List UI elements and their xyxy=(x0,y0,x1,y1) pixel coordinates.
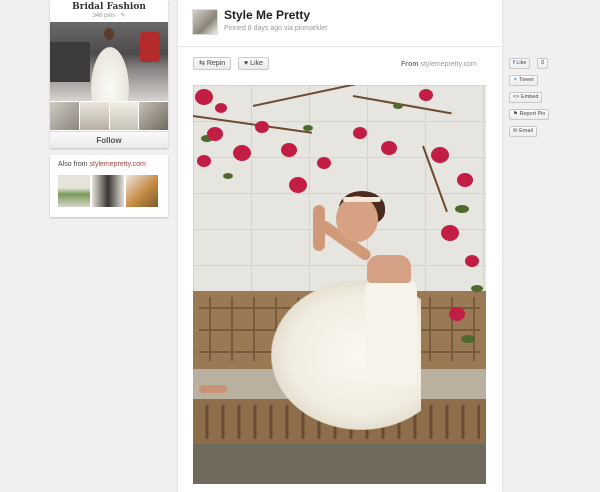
repin-icon: ⇆ xyxy=(199,60,205,67)
repin-button[interactable]: ⇆ Repin xyxy=(193,57,232,70)
bride-face xyxy=(336,196,378,242)
also-thumb[interactable] xyxy=(126,175,158,207)
flower xyxy=(465,255,479,267)
also-from-link[interactable]: stylemepretty.com xyxy=(90,161,146,168)
flower xyxy=(449,307,465,321)
email-button[interactable]: ✉ Email xyxy=(509,126,537,137)
header-divider xyxy=(178,46,502,47)
twitter-icon: ✦ xyxy=(513,77,518,83)
leaf xyxy=(471,285,483,292)
sofa-shape xyxy=(50,42,90,82)
follow-button[interactable]: Follow xyxy=(50,131,168,148)
bride-forearm xyxy=(313,205,325,251)
flower xyxy=(457,173,473,187)
pin-image[interactable] xyxy=(193,85,486,484)
facebook-like-count: 0 xyxy=(537,58,549,69)
leaf xyxy=(303,125,313,131)
leaf xyxy=(461,335,475,343)
leaf xyxy=(455,205,469,213)
bride-foot xyxy=(199,385,227,393)
embed-button[interactable]: <> Embed xyxy=(509,92,543,103)
board-thumb[interactable] xyxy=(139,102,168,130)
headband xyxy=(343,197,381,202)
red-chair-shape xyxy=(140,32,160,62)
head-shape xyxy=(104,28,114,40)
board-pin-count: 346 pins · ✎ xyxy=(92,13,126,19)
flower xyxy=(431,147,449,163)
bride-shoulders xyxy=(367,255,411,283)
board-thumb[interactable] xyxy=(50,102,79,130)
facebook-like-button[interactable]: f Like xyxy=(509,58,531,69)
board-thumbnails xyxy=(50,102,168,130)
also-from-title: Also from stylemepretty.com xyxy=(58,161,146,168)
leaf xyxy=(393,103,403,109)
flower xyxy=(353,127,367,139)
also-thumb[interactable] xyxy=(58,175,90,207)
pin-meta: Pinned 8 days ago via pinmarklet xyxy=(224,25,328,32)
dress-bodice xyxy=(365,275,417,385)
leaf xyxy=(223,173,233,179)
flower xyxy=(207,127,223,141)
board-title[interactable]: Bridal Fashion xyxy=(50,2,168,12)
also-from-thumbnails xyxy=(58,175,158,207)
flower xyxy=(281,143,297,157)
source-link[interactable]: stylemepretty.com xyxy=(420,61,476,68)
flower xyxy=(255,121,269,133)
email-icon: ✉ xyxy=(513,128,518,134)
also-thumb[interactable] xyxy=(92,175,124,207)
tweet-button[interactable]: ✦ Tweet xyxy=(509,75,538,86)
ground xyxy=(193,444,486,484)
pin-icon: ✎ xyxy=(120,13,126,19)
flower xyxy=(381,141,397,155)
board-cover-image[interactable] xyxy=(50,22,168,101)
flower xyxy=(195,89,213,105)
like-button[interactable]: ♥ Like xyxy=(238,57,269,70)
report-pin-button[interactable]: ⚑ Report Pin xyxy=(509,109,550,120)
dress-shape xyxy=(88,40,132,101)
board-thumb[interactable] xyxy=(79,102,109,130)
pin-source: From stylemepretty.com xyxy=(401,61,477,68)
board-thumb[interactable] xyxy=(109,102,139,130)
flower xyxy=(317,157,331,169)
flower xyxy=(215,103,227,113)
pinner-name[interactable]: Style Me Pretty xyxy=(224,8,310,22)
flower xyxy=(419,89,433,101)
flower xyxy=(233,145,251,161)
code-icon: <> xyxy=(513,94,520,100)
flag-icon: ⚑ xyxy=(513,111,518,117)
heart-icon: ♥ xyxy=(244,60,249,67)
flower xyxy=(441,225,459,241)
flower xyxy=(289,177,307,193)
flower xyxy=(197,155,211,167)
pinner-avatar[interactable] xyxy=(192,9,218,35)
facebook-icon: f xyxy=(513,60,515,66)
